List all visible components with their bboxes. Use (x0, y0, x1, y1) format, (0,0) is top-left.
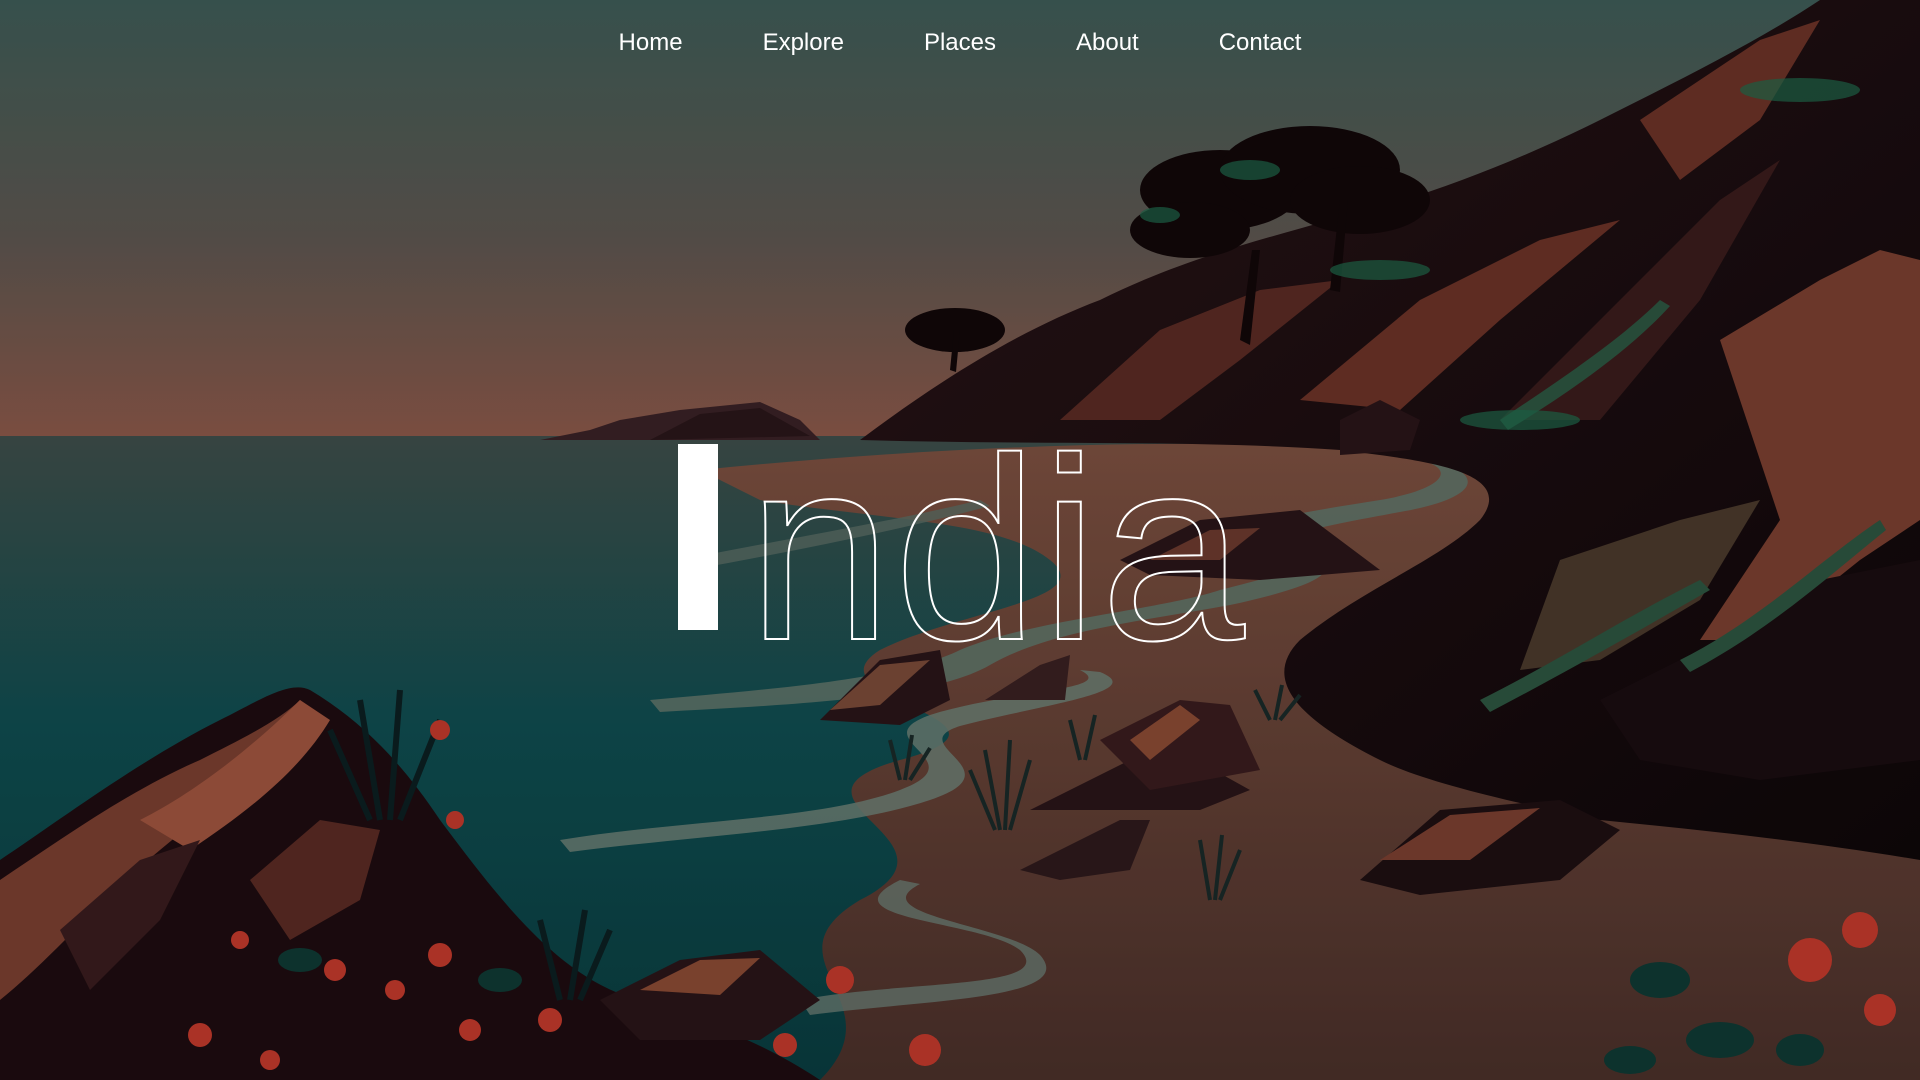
nav-explore-link[interactable]: Explore (723, 26, 884, 60)
main-nav: Home Explore Places About Contact (0, 26, 1920, 60)
nav-home-link[interactable]: Home (579, 26, 723, 60)
hero-title-rest: ndia (746, 405, 1247, 695)
hero-title: India (0, 419, 1920, 681)
landing-page: Home Explore Places About Contact India (0, 0, 1920, 1080)
nav-places-link[interactable]: Places (884, 26, 1036, 60)
nav-about-link[interactable]: About (1036, 26, 1179, 60)
hero-first-letter-block (678, 444, 718, 630)
nav-contact-link[interactable]: Contact (1179, 26, 1342, 60)
